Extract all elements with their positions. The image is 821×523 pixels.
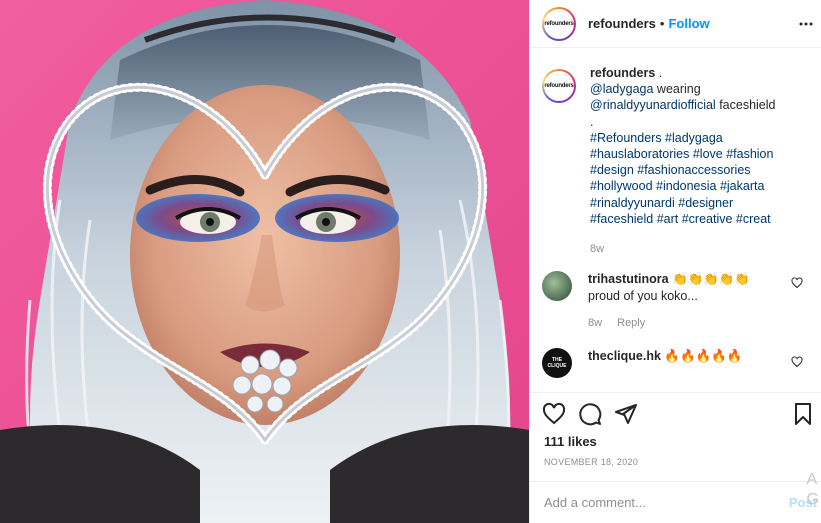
caption-text: faceshield — [715, 98, 776, 113]
caption-author[interactable]: refounders — [590, 66, 655, 80]
comment-emoji: 🔥🔥🔥🔥🔥 — [664, 349, 743, 364]
comment-body: theclique.hk 🔥🔥🔥🔥🔥 — [588, 348, 788, 378]
account-avatar[interactable]: refounders — [542, 6, 576, 41]
portrait-illustration — [0, 0, 529, 523]
commenter-avatar[interactable]: THE CLIQUE — [542, 348, 572, 379]
hashtag-line[interactable]: #faceshield #art #creative #creat — [590, 211, 800, 227]
comment-icon[interactable] — [578, 402, 602, 426]
hashtag-line[interactable]: #hollywood #indonesia #jakarta — [590, 178, 800, 194]
header-separator: • — [659, 16, 665, 31]
mention-link[interactable]: @rinaldyyunardiofficial — [590, 98, 716, 112]
post-photo[interactable] — [0, 0, 529, 523]
add-comment-bar: Post — [530, 481, 821, 523]
account-avatar-text: refounders — [544, 20, 574, 27]
overlay-letters: A G — [806, 471, 819, 508]
commenter-avatar[interactable] — [542, 271, 572, 302]
commenter-avatar-text: THE CLIQUE — [547, 357, 567, 370]
account-username[interactable]: refounders — [588, 16, 656, 31]
comment-like-heart-icon[interactable] — [791, 277, 803, 289]
comment-text: proud of you koko... — [588, 289, 698, 304]
caption-avatar-text: refounders — [544, 83, 574, 89]
caption-avatar[interactable]: refounders — [542, 69, 576, 103]
hashtag-line[interactable]: #rinaldyyunardi #designer — [590, 195, 800, 211]
bookmark-icon[interactable] — [791, 402, 815, 426]
comment-item: THE CLIQUE theclique.hk 🔥🔥🔥🔥🔥 — [530, 332, 821, 379]
post-action-bar — [530, 392, 821, 434]
post-side-panel: refounders refounders • Follow refounder… — [529, 0, 821, 523]
caption-time[interactable]: 8w — [590, 241, 800, 257]
post-header: refounders refounders • Follow — [530, 0, 821, 48]
comment-input[interactable] — [544, 495, 774, 510]
hashtag-line[interactable]: #Refounders #ladygaga — [590, 130, 800, 146]
commenter-username[interactable]: trihastutinora — [588, 272, 669, 286]
caption-text: . — [590, 114, 594, 129]
post-caption: refounders refounders . @ladygaga wearin… — [530, 49, 821, 257]
comment-time[interactable]: 8w — [588, 317, 602, 329]
likes-count[interactable]: 111 likes — [544, 434, 597, 449]
post-date[interactable]: NOVEMBER 18, 2020 — [544, 457, 638, 467]
comment-body: trihastutinora 👏👏👏👏👏 proud of you koko..… — [588, 271, 788, 332]
comments-list[interactable]: refounders refounders . @ladygaga wearin… — [530, 49, 821, 391]
comment-like-heart-icon[interactable] — [791, 356, 803, 368]
caption-body: refounders . @ladygaga wearing @rinaldyy… — [590, 65, 800, 257]
follow-button[interactable]: Follow — [668, 16, 709, 31]
share-icon[interactable] — [614, 402, 638, 426]
commenter-username[interactable]: theclique.hk — [588, 349, 661, 363]
heart-icon[interactable] — [542, 402, 566, 426]
mention-link[interactable]: @ladygaga — [590, 82, 653, 96]
comment-emoji: 👏👏👏👏👏 — [672, 272, 750, 287]
caption-author-suffix: . — [655, 66, 663, 80]
comment-item: trihastutinora 👏👏👏👏👏 proud of you koko..… — [530, 257, 821, 332]
hashtag-line[interactable]: #hauslaboratories #love #fashion — [590, 146, 800, 162]
hashtag-line[interactable]: #design #fashionaccessories — [590, 162, 800, 178]
more-dots-icon[interactable] — [799, 17, 813, 31]
reply-button[interactable]: Reply — [617, 317, 645, 329]
caption-text: wearing — [653, 82, 701, 97]
